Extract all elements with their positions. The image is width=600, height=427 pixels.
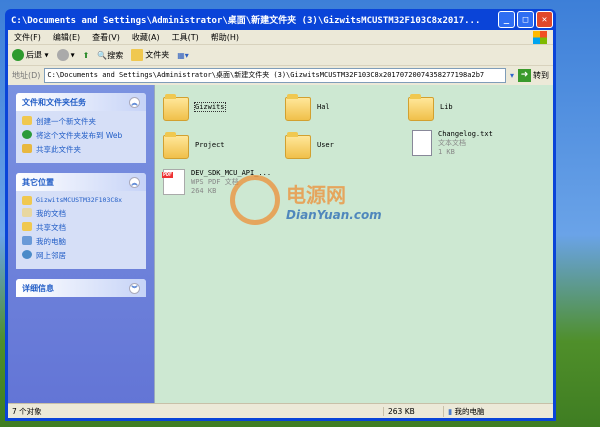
address-dropdown[interactable]: ▾: [510, 71, 514, 80]
close-button[interactable]: ✕: [536, 11, 553, 28]
folder-icon: [22, 196, 32, 205]
title-bar[interactable]: C:\Documents and Settings\Administrator\…: [8, 9, 553, 30]
file-list: Gizwits Hal Lib Project User Changelog.t…: [154, 85, 553, 403]
folder-icon: [163, 94, 189, 121]
forward-arrow-icon: [56, 49, 69, 61]
menu-edit[interactable]: 编辑(E): [53, 32, 80, 43]
panel-title: 详细信息: [22, 283, 54, 293]
forward-button[interactable]: ▾: [56, 49, 75, 61]
share-folder-icon: [22, 144, 32, 153]
search-icon: 🔍: [97, 50, 108, 60]
folder-icon: [163, 132, 189, 159]
menu-tools[interactable]: 工具(T): [172, 32, 199, 43]
place-my-documents[interactable]: 我的文档: [22, 208, 140, 219]
task-pane: 文件和文件夹任务 ︽ 创建一个新文件夹 将这个文件夹发布到 Web 共享此文件夹 …: [8, 85, 154, 403]
file-item[interactable]: Hal: [285, 94, 330, 121]
task-new-folder[interactable]: 创建一个新文件夹: [22, 116, 140, 127]
address-input[interactable]: C:\Documents and Settings\Administrator\…: [44, 67, 506, 83]
toolbar: 后退 ▾ ▾ ⬆ 🔍搜索 文件夹 ▦▾: [8, 45, 553, 66]
watermark-logo: 电源网 DianYuan.com: [230, 175, 382, 225]
search-button[interactable]: 🔍搜索: [97, 50, 123, 61]
folder-icon: [408, 94, 434, 121]
plug-logo-icon: [230, 175, 280, 225]
status-location: ▮ 我的电脑: [443, 405, 553, 417]
documents-icon: [22, 208, 32, 217]
windows-logo-icon: [533, 31, 547, 44]
computer-icon: ▮: [448, 406, 453, 416]
menu-view[interactable]: 查看(V): [92, 32, 120, 43]
back-arrow-icon: [12, 49, 24, 61]
menu-help[interactable]: 帮助(H): [211, 32, 239, 43]
details-panel: 详细信息 ︾: [16, 279, 146, 297]
menu-file[interactable]: 文件(F): [14, 32, 41, 43]
new-folder-icon: [22, 116, 32, 125]
status-bar: 7 个对象 263 KB ▮ 我的电脑: [8, 403, 553, 418]
explorer-window: C:\Documents and Settings\Administrator\…: [5, 9, 556, 421]
folders-button[interactable]: 文件夹: [131, 49, 169, 61]
menu-favorites[interactable]: 收藏(A): [132, 32, 160, 43]
total-size: 263 KB: [383, 406, 443, 416]
globe-icon: [22, 130, 32, 139]
file-tasks-panel: 文件和文件夹任务 ︽ 创建一个新文件夹 将这个文件夹发布到 Web 共享此文件夹: [16, 93, 146, 163]
file-item[interactable]: Gizwits: [163, 94, 226, 121]
back-button[interactable]: 后退 ▾: [12, 49, 49, 61]
go-button[interactable]: ➜ 转到: [518, 68, 553, 82]
place-parent-folder[interactable]: GizwitsMCUSTM32F103C8x: [22, 196, 140, 205]
place-network[interactable]: 网上邻居: [22, 250, 140, 261]
pdf-file-icon: PDF: [162, 169, 185, 195]
address-label: 地址(D): [12, 70, 41, 80]
computer-icon: [22, 236, 32, 245]
go-arrow-icon: ➜: [518, 68, 531, 82]
panel-title: 其它位置: [22, 177, 54, 187]
place-shared-documents[interactable]: 共享文档: [22, 222, 140, 233]
network-icon: [22, 250, 32, 259]
task-publish-web[interactable]: 将这个文件夹发布到 Web: [22, 130, 140, 141]
other-places-panel: 其它位置 ︽ GizwitsMCUSTM32F103C8x 我的文档 共享文档 我…: [16, 173, 146, 269]
window-title: C:\Documents and Settings\Administrator\…: [11, 16, 481, 26]
folder-icon: [131, 49, 144, 61]
object-count: 7 个对象: [12, 406, 42, 416]
file-item[interactable]: User: [285, 132, 334, 159]
folder-icon: [285, 132, 311, 159]
minimize-button[interactable]: _: [498, 11, 515, 28]
file-item[interactable]: Changelog.txt 文本文档 1 KB: [412, 130, 493, 156]
views-button[interactable]: ▦▾: [177, 51, 189, 60]
task-share-folder[interactable]: 共享此文件夹: [22, 144, 140, 155]
collapse-icon[interactable]: ︽: [129, 96, 140, 108]
file-item[interactable]: Project: [163, 132, 225, 159]
file-item[interactable]: Lib: [408, 94, 453, 121]
text-file-icon: [412, 130, 432, 156]
place-my-computer[interactable]: 我的电脑: [22, 236, 140, 247]
folder-icon: [22, 222, 32, 231]
maximize-button[interactable]: □: [517, 11, 534, 28]
menu-bar: 文件(F) 编辑(E) 查看(V) 收藏(A) 工具(T) 帮助(H): [8, 30, 553, 45]
address-bar: 地址(D) C:\Documents and Settings\Administ…: [8, 66, 553, 84]
expand-icon[interactable]: ︾: [129, 282, 140, 294]
panel-title: 文件和文件夹任务: [22, 97, 86, 107]
up-folder-button[interactable]: ⬆: [83, 51, 90, 60]
collapse-icon[interactable]: ︽: [129, 176, 140, 188]
folder-icon: [285, 94, 311, 121]
